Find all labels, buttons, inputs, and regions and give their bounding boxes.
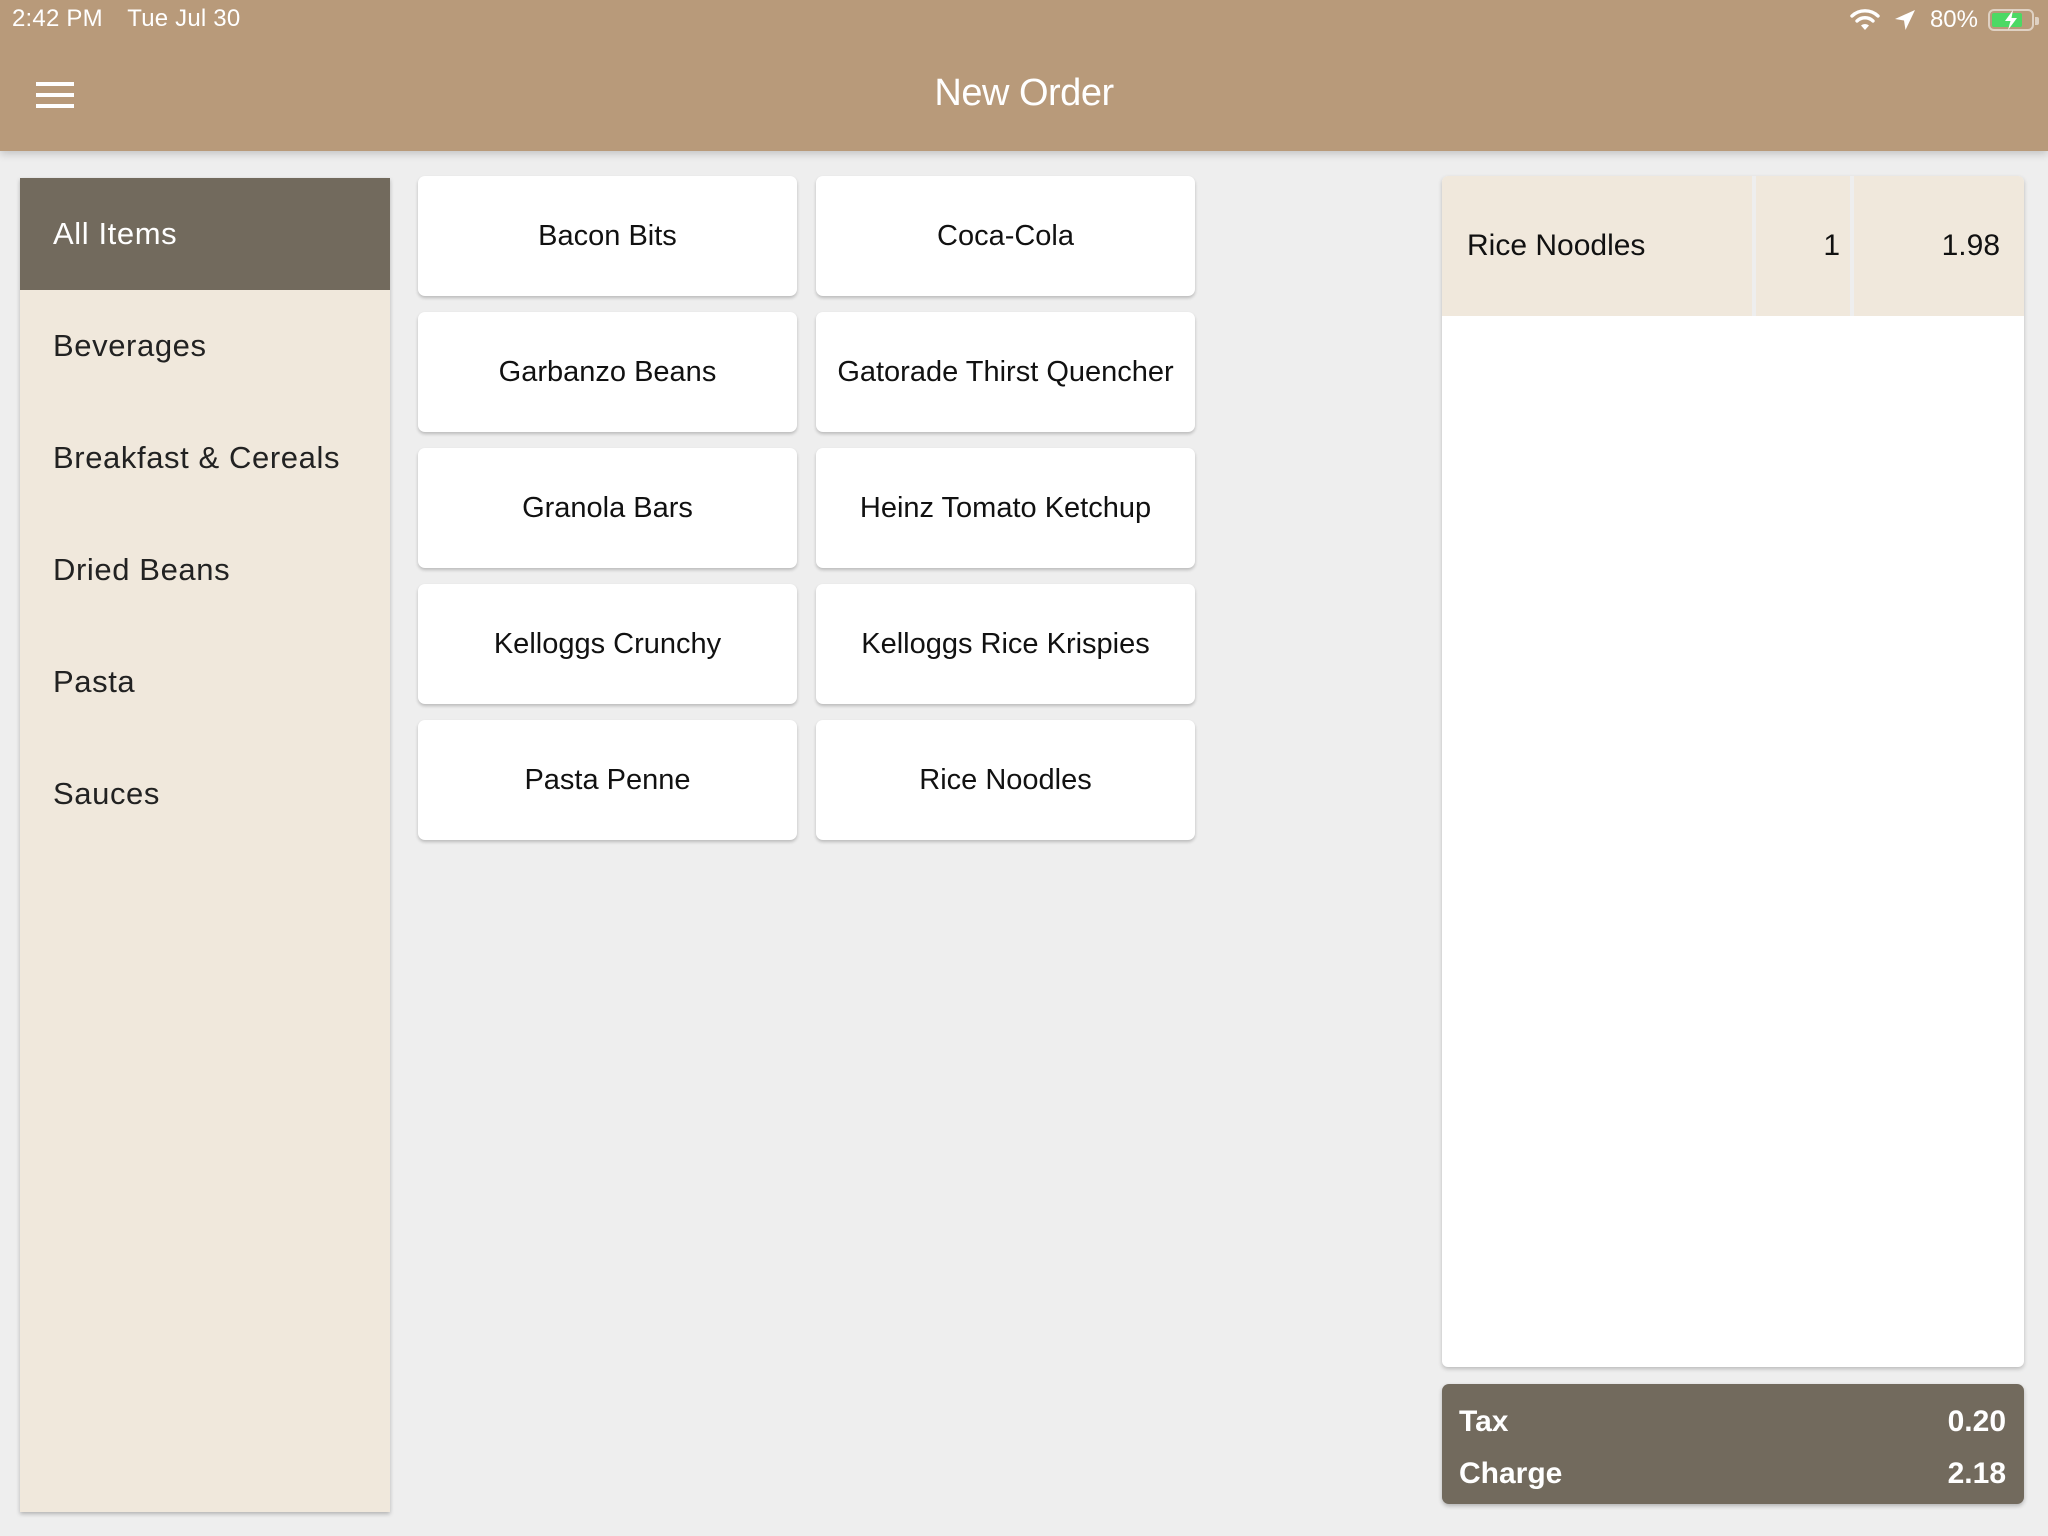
tax-row: Tax 0.20 (1459, 1396, 2006, 1448)
product-tile-kelloggs-rice-krispies[interactable]: Kelloggs Rice Krispies (816, 584, 1195, 704)
status-date: Tue Jul 30 (127, 5, 241, 32)
sidebar-item-breakfast-cereals[interactable]: Breakfast & Cereals (20, 402, 390, 514)
charge-row[interactable]: Charge 2.18 (1459, 1448, 2006, 1500)
sidebar-item-dried-beans[interactable]: Dried Beans (20, 514, 390, 626)
product-tile-gatorade[interactable]: Gatorade Thirst Quencher (816, 312, 1195, 432)
charge-label: Charge (1459, 1457, 1563, 1490)
order-line-price: 1.98 (1854, 176, 2024, 316)
product-tile-heinz-ketchup[interactable]: Heinz Tomato Ketchup (816, 448, 1195, 568)
status-time: 2:42 PM (12, 5, 103, 32)
category-sidebar: All Items Beverages Breakfast & Cereals … (20, 178, 390, 1512)
location-arrow-icon (1894, 10, 1915, 30)
battery-percent: 80% (1929, 6, 1978, 33)
app-header: 2:42 PM Tue Jul 30 80% New Order (0, 0, 2048, 151)
order-line-name: Rice Noodles (1442, 176, 1752, 316)
order-line-qty[interactable]: 1 (1756, 176, 1850, 316)
tax-value: 0.20 (1947, 1405, 2006, 1438)
charge-value: 2.18 (1947, 1457, 2006, 1490)
order-totals[interactable]: Tax 0.20 Charge 2.18 (1442, 1384, 2024, 1504)
product-tile-bacon-bits[interactable]: Bacon Bits (418, 176, 797, 296)
sidebar-item-sauces[interactable]: Sauces (20, 738, 390, 850)
order-line[interactable]: Rice Noodles 1 1.98 (1442, 176, 2024, 316)
sidebar-item-all-items[interactable]: All Items (20, 178, 390, 290)
product-tile-garbanzo-beans[interactable]: Garbanzo Beans (418, 312, 797, 432)
sidebar-item-beverages[interactable]: Beverages (20, 290, 390, 402)
battery-cap (2035, 17, 2039, 25)
product-grid: Bacon Bits Coca-Cola Garbanzo Beans Gato… (418, 176, 1195, 840)
product-tile-granola-bars[interactable]: Granola Bars (418, 448, 797, 568)
product-tile-pasta-penne[interactable]: Pasta Penne (418, 720, 797, 840)
status-bar-left: 2:42 PM Tue Jul 30 (12, 5, 258, 33)
order-panel: Rice Noodles 1 1.98 (1442, 176, 2024, 1367)
wifi-icon (1850, 9, 1880, 30)
status-bar-right: 80% (1850, 5, 2039, 35)
charging-bolt-icon (2005, 10, 2017, 30)
product-tile-coca-cola[interactable]: Coca-Cola (816, 176, 1195, 296)
product-tile-rice-noodles[interactable]: Rice Noodles (816, 720, 1195, 840)
product-tile-kelloggs-crunchy[interactable]: Kelloggs Crunchy (418, 584, 797, 704)
tax-label: Tax (1459, 1405, 1509, 1438)
battery-charging-icon (1988, 9, 2039, 31)
page-title: New Order (934, 72, 1114, 114)
sidebar-item-pasta[interactable]: Pasta (20, 626, 390, 738)
